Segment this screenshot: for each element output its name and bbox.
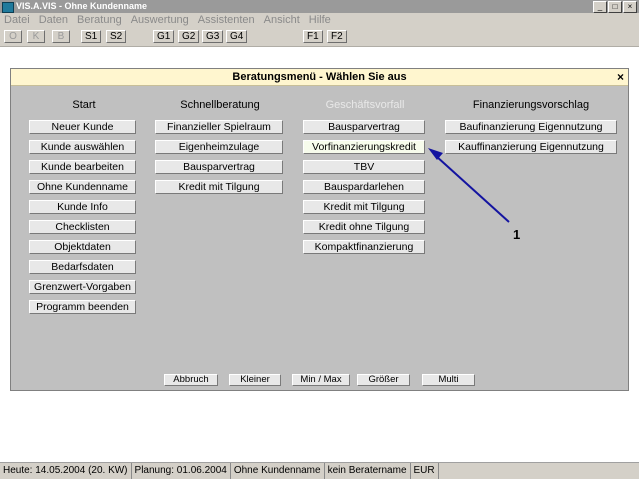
menu-ansicht[interactable]: Ansicht: [264, 13, 300, 28]
groesser-button[interactable]: Größer: [357, 374, 410, 386]
toolbar-g3-button[interactable]: G3: [202, 30, 224, 43]
multi-button[interactable]: Multi: [422, 374, 475, 386]
annotation-label: 1: [513, 227, 521, 242]
bausparvertrag-schnell-button[interactable]: Bausparvertrag: [155, 160, 283, 174]
column-heading-finanzierungsvorschlag: Finanzierungsvorschlag: [472, 99, 590, 111]
toolbar-k-button[interactable]: K: [27, 30, 45, 43]
kunde-info-button[interactable]: Kunde Info: [29, 200, 136, 214]
close-window-button[interactable]: ×: [623, 1, 637, 13]
programm-beenden-button[interactable]: Programm beenden: [29, 300, 136, 314]
toolbar-o-button[interactable]: O: [4, 30, 22, 43]
menu-beratung[interactable]: Beratung: [77, 13, 122, 28]
neuer-kunde-button[interactable]: Neuer Kunde: [29, 120, 136, 134]
kredit-mit-tilgung-schnell-button[interactable]: Kredit mit Tilgung: [155, 180, 283, 194]
menu-datei[interactable]: Datei: [4, 13, 30, 28]
kunde-bearbeiten-button[interactable]: Kunde bearbeiten: [29, 160, 136, 174]
kredit-ohne-tilgung-button[interactable]: Kredit ohne Tilgung: [303, 220, 425, 234]
eigenheimzulage-button[interactable]: Eigenheimzulage: [155, 140, 283, 154]
kompaktfinanzierung-button[interactable]: Kompaktfinanzierung: [303, 240, 425, 254]
abbruch-button[interactable]: Abbruch: [164, 374, 218, 386]
kredit-mit-tilgung-button[interactable]: Kredit mit Tilgung: [303, 200, 425, 214]
objektdaten-button[interactable]: Objektdaten: [29, 240, 136, 254]
kauffinanzierung-eigennutzung-button[interactable]: Kauffinanzierung Eigennutzung: [445, 140, 617, 154]
vorfinanzierungskredit-button[interactable]: Vorfinanzierungskredit: [303, 140, 425, 154]
grenzwert-vorgaben-button[interactable]: Grenzwert-Vorgaben: [29, 280, 136, 294]
toolbar-b-button[interactable]: B: [52, 30, 70, 43]
toolbar-g1-button[interactable]: G1: [153, 30, 175, 43]
status-currency: EUR: [411, 463, 439, 479]
title-bar: VIS.A.VIS - Ohne Kundenname _ □ ×: [0, 0, 639, 13]
status-advisor: kein Beratername: [325, 463, 411, 479]
toolbar-g2-button[interactable]: G2: [178, 30, 200, 43]
maximize-button[interactable]: □: [608, 1, 622, 13]
status-today: Heute: 14.05.2004 (20. KW): [0, 463, 132, 479]
dialog-header: Beratungsmenü - Wählen Sie aus ×: [11, 69, 628, 86]
dialog-title: Beratungsmenü - Wählen Sie aus: [232, 71, 407, 83]
dialog-close-button[interactable]: ×: [617, 70, 624, 84]
column-heading-start: Start: [72, 99, 96, 111]
bauspardarlehen-button[interactable]: Bauspardarlehen: [303, 180, 425, 194]
menu-hilfe[interactable]: Hilfe: [309, 13, 331, 28]
column-heading-geschaeftsvorfall: Geschäftsvorfall: [325, 99, 405, 111]
baufinanzierung-eigennutzung-button[interactable]: Baufinanzierung Eigennutzung: [445, 120, 617, 134]
menu-bar: Datei Daten Beratung Auswertung Assisten…: [0, 13, 639, 28]
min-max-button[interactable]: Min / Max: [292, 374, 350, 386]
status-planning: Planung: 01.06.2004: [132, 463, 231, 479]
tbv-button[interactable]: TBV: [303, 160, 425, 174]
kunde-auswaehlen-button[interactable]: Kunde auswählen: [29, 140, 136, 154]
beratungsmenue-dialog: Beratungsmenü - Wählen Sie aus × Start N…: [10, 68, 629, 391]
kleiner-button[interactable]: Kleiner: [229, 374, 281, 386]
app-icon: [2, 2, 14, 13]
toolbar-f1-button[interactable]: F1: [303, 30, 323, 43]
window-controls: _ □ ×: [593, 1, 637, 13]
menu-auswertung[interactable]: Auswertung: [131, 13, 189, 28]
status-customer: Ohne Kundenname: [231, 463, 325, 479]
toolbar-g4-button[interactable]: G4: [226, 30, 248, 43]
column-heading-schnellberatung: Schnellberatung: [180, 99, 260, 111]
toolbar: O K B S1 S2 G1 G2 G3 G4 F1 F2: [0, 28, 639, 47]
window-title: VIS.A.VIS - Ohne Kundenname: [16, 1, 148, 11]
menu-daten[interactable]: Daten: [39, 13, 68, 28]
bedarfsdaten-button[interactable]: Bedarfsdaten: [29, 260, 136, 274]
minimize-button[interactable]: _: [593, 1, 607, 13]
finanzieller-spielraum-button[interactable]: Finanzieller Spielraum: [155, 120, 283, 134]
bausparvertrag-button[interactable]: Bausparvertrag: [303, 120, 425, 134]
toolbar-f2-button[interactable]: F2: [327, 30, 347, 43]
checklisten-button[interactable]: Checklisten: [29, 220, 136, 234]
menu-assistenten[interactable]: Assistenten: [198, 13, 255, 28]
toolbar-s2-button[interactable]: S2: [106, 30, 127, 43]
toolbar-s1-button[interactable]: S1: [81, 30, 102, 43]
status-bar: Heute: 14.05.2004 (20. KW) Planung: 01.0…: [0, 462, 639, 479]
ohne-kundenname-button[interactable]: Ohne Kundenname: [29, 180, 136, 194]
